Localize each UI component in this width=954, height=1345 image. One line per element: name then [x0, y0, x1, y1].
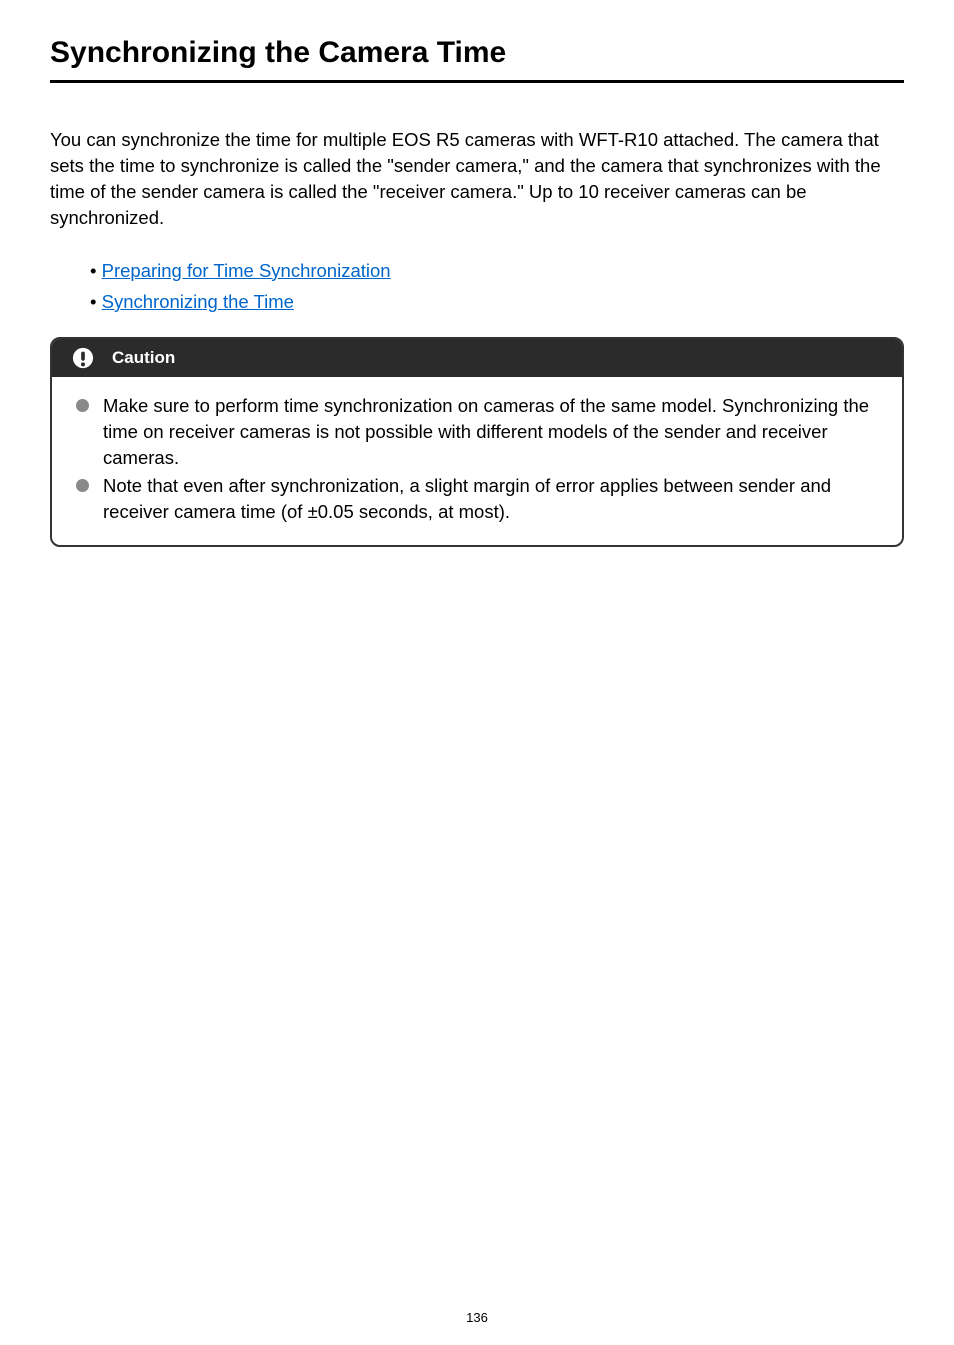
caution-header: Caution: [52, 339, 902, 377]
caution-icon: [72, 347, 94, 369]
caution-item: Make sure to perform time synchronizatio…: [76, 393, 878, 471]
links-list: Preparing for Time Synchronization Synch…: [50, 255, 904, 318]
caution-item: Note that even after synchronization, a …: [76, 473, 878, 525]
caution-text: Make sure to perform time synchronizatio…: [103, 393, 878, 471]
caution-heading-text: Caution: [112, 348, 175, 368]
link-preparing[interactable]: Preparing for Time Synchronization: [102, 260, 391, 281]
caution-body: Make sure to perform time synchronizatio…: [52, 377, 902, 544]
page-number: 136: [0, 1310, 954, 1325]
caution-text: Note that even after synchronization, a …: [103, 473, 878, 525]
caution-list: Make sure to perform time synchronizatio…: [76, 393, 878, 524]
caution-box: Caution Make sure to perform time synchr…: [50, 337, 904, 546]
page-title: Synchronizing the Camera Time: [50, 36, 904, 83]
intro-paragraph: You can synchronize the time for multipl…: [50, 127, 904, 231]
list-item: Preparing for Time Synchronization: [90, 255, 904, 286]
bullet-icon: [76, 399, 89, 412]
list-item: Synchronizing the Time: [90, 286, 904, 317]
link-synchronizing[interactable]: Synchronizing the Time: [102, 291, 294, 312]
bullet-icon: [76, 479, 89, 492]
